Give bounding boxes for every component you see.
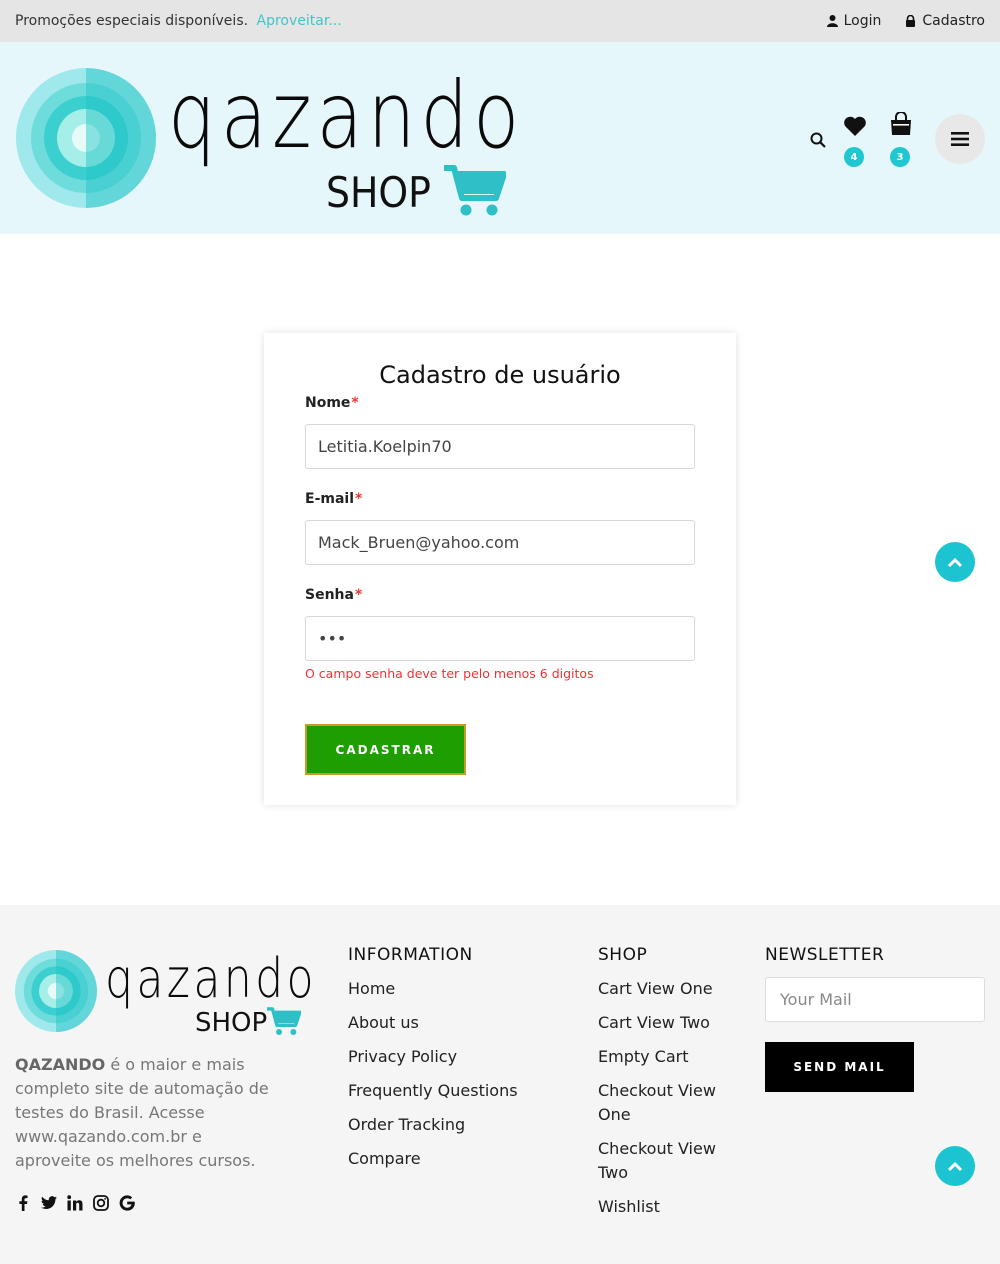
login-label: Login xyxy=(843,13,882,29)
logo-wordmark: qazando xyxy=(168,62,525,169)
information-title: INFORMATION xyxy=(348,945,473,965)
footer-link-home[interactable]: Home xyxy=(348,977,568,1001)
cart-icon xyxy=(444,165,506,216)
twitter-icon[interactable] xyxy=(41,1195,57,1211)
required-mark: * xyxy=(354,587,363,603)
required-mark: * xyxy=(355,491,363,507)
newsletter-email-input[interactable]: Your Mail xyxy=(765,977,985,1022)
footer-link-checkout-one[interactable]: Checkout View One xyxy=(598,1079,738,1127)
footer-link-about[interactable]: About us xyxy=(348,1011,568,1035)
newsletter-title: NEWSLETTER xyxy=(765,945,885,965)
scroll-top-button[interactable] xyxy=(935,1146,975,1186)
register-label: Cadastro xyxy=(922,13,985,29)
promo-link[interactable]: Aproveitar... xyxy=(257,13,342,29)
footer-about-text: QAZANDO é o maior e mais completo site d… xyxy=(15,1053,275,1173)
required-mark: * xyxy=(351,395,359,411)
hamburger-icon xyxy=(951,132,969,146)
wishlist-count-badge: 4 xyxy=(844,147,864,167)
form-title: Cadastro de usuário xyxy=(379,361,621,389)
social-links xyxy=(15,1195,135,1211)
footer-link-wishlist[interactable]: Wishlist xyxy=(598,1195,738,1219)
send-mail-button[interactable]: SEND MAIL xyxy=(765,1042,914,1092)
register-submit-button[interactable]: CADASTRAR xyxy=(305,724,466,775)
wishlist-heart-icon[interactable] xyxy=(843,115,867,137)
name-input[interactable] xyxy=(305,424,695,469)
footer-link-order-tracking[interactable]: Order Tracking xyxy=(348,1113,568,1137)
password-input[interactable] xyxy=(305,616,695,661)
shop-title: SHOP xyxy=(598,945,648,965)
footer-link-compare[interactable]: Compare xyxy=(348,1147,568,1171)
logo-circle-icon xyxy=(15,950,97,1032)
logo-circle-icon xyxy=(16,68,156,208)
password-error-message: O campo senha deve ter pelo menos 6 digi… xyxy=(305,666,594,681)
promo-message: Promoções especiais disponíveis. Aprovei… xyxy=(15,13,342,29)
about-brand: QAZANDO xyxy=(15,1055,106,1074)
logo-shop-text: SHOP xyxy=(326,168,431,217)
promo-text: Promoções especiais disponíveis. xyxy=(15,13,249,29)
search-icon[interactable] xyxy=(810,132,826,148)
footer-logo-wordmark: qazando xyxy=(105,947,317,1010)
site-header: qazando SHOP 4 3 xyxy=(0,42,1000,234)
footer-information-column: INFORMATION Home About us Privacy Policy… xyxy=(348,945,568,1181)
footer-link-cart-two[interactable]: Cart View Two xyxy=(598,1011,738,1035)
footer-newsletter-column: NEWSLETTER Your Mail SEND MAIL xyxy=(765,945,985,1092)
password-label: Senha* xyxy=(305,587,362,603)
site-logo[interactable]: qazando SHOP xyxy=(16,68,519,223)
cart-icon xyxy=(267,1007,301,1035)
google-icon[interactable] xyxy=(119,1195,135,1211)
register-link[interactable]: Cadastro xyxy=(905,13,985,29)
register-form-card: Cadastro de usuário Nome* E-mail* Senha*… xyxy=(264,333,736,805)
footer-logo-shop-text: SHOP xyxy=(195,1008,268,1038)
menu-button[interactable] xyxy=(935,114,985,164)
scroll-top-button[interactable] xyxy=(935,542,975,582)
header-actions: 4 3 xyxy=(800,112,1000,192)
email-label-text: E-mail xyxy=(305,491,355,507)
cart-count-badge: 3 xyxy=(890,147,910,167)
chevron-up-icon xyxy=(947,557,963,568)
shopping-bag-icon[interactable] xyxy=(890,112,912,136)
name-label: Nome* xyxy=(305,395,359,411)
email-label: E-mail* xyxy=(305,491,362,507)
email-input[interactable] xyxy=(305,520,695,565)
footer-link-checkout-two[interactable]: Checkout View Two xyxy=(598,1137,738,1185)
name-label-text: Nome xyxy=(305,395,351,411)
chevron-up-icon xyxy=(947,1161,963,1172)
instagram-icon[interactable] xyxy=(93,1195,109,1211)
login-link[interactable]: Login xyxy=(826,13,882,29)
lock-icon xyxy=(906,15,916,27)
user-icon xyxy=(826,15,838,27)
footer-shop-column: SHOP Cart View One Cart View Two Empty C… xyxy=(598,945,738,1229)
top-links: Login Cadastro xyxy=(826,13,985,29)
site-footer: qazando SHOP QAZANDO é o maior e mais co… xyxy=(0,905,1000,1264)
shop-links: Cart View One Cart View Two Empty Cart C… xyxy=(598,977,738,1219)
footer-link-privacy[interactable]: Privacy Policy xyxy=(348,1045,568,1069)
facebook-icon[interactable] xyxy=(15,1195,31,1211)
footer-link-cart-one[interactable]: Cart View One xyxy=(598,977,738,1001)
password-label-text: Senha xyxy=(305,587,354,603)
footer-link-empty-cart[interactable]: Empty Cart xyxy=(598,1045,738,1069)
footer-logo[interactable]: qazando SHOP xyxy=(15,950,315,1040)
footer-link-faq[interactable]: Frequently Questions xyxy=(348,1079,568,1103)
top-bar: Promoções especiais disponíveis. Aprovei… xyxy=(0,0,1000,42)
information-links: Home About us Privacy Policy Frequently … xyxy=(348,977,568,1171)
linkedin-icon[interactable] xyxy=(67,1195,83,1211)
